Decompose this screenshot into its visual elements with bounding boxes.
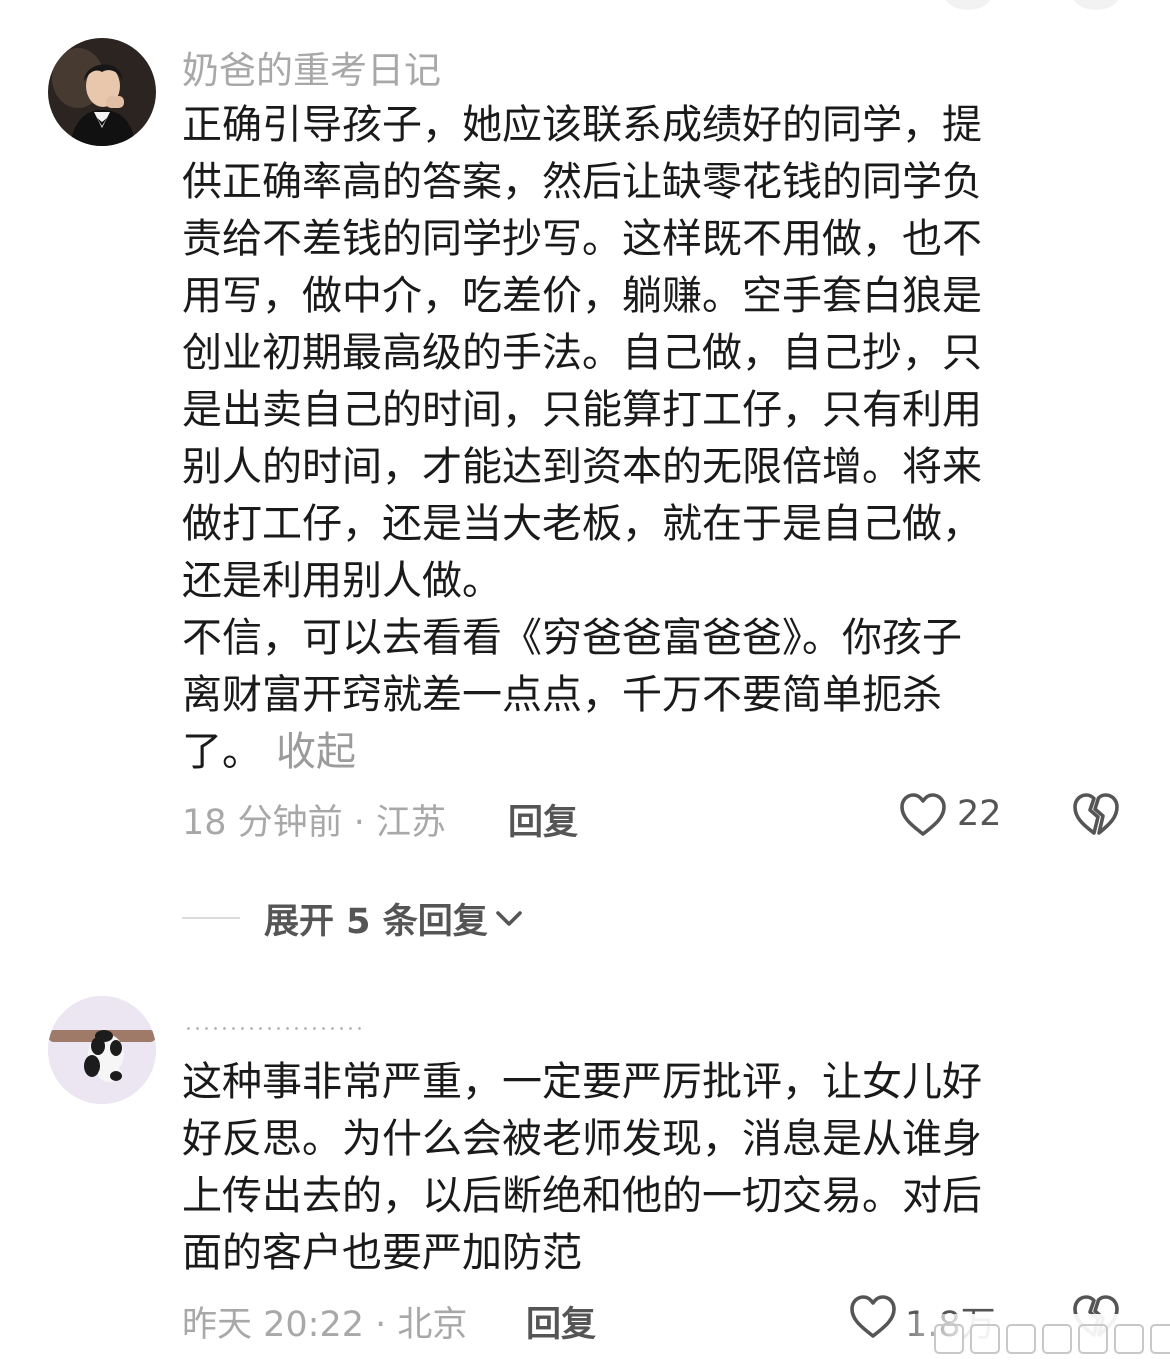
watermark-block bbox=[934, 1324, 964, 1354]
comment-timestamp-location: 昨天 20:22 · 北京 bbox=[182, 1305, 468, 1345]
comment-last-line: 了。 收起 bbox=[182, 724, 1087, 781]
avatar[interactable] bbox=[48, 38, 156, 146]
comment-line: 离财富开窍就差一点点，千万不要简单扼杀 bbox=[182, 672, 942, 718]
watermark-block bbox=[1078, 1324, 1108, 1354]
comment-body: 这种事非常严重，一定要严厉批评，让女儿好 好反思。为什么会被老师发现，消息是从谁… bbox=[182, 1054, 1087, 1282]
avatar[interactable] bbox=[48, 996, 156, 1104]
comment-line: 供正确率高的答案，然后让缺零花钱的同学负 bbox=[182, 159, 982, 205]
heart-outline-icon[interactable] bbox=[898, 791, 948, 839]
comment-line: 还是利用别人做。 bbox=[182, 558, 502, 604]
comment-line: 别人的时间，才能达到资本的无限倍增。将来 bbox=[182, 444, 982, 490]
broken-heart-icon[interactable] bbox=[1071, 791, 1121, 839]
watermark-block bbox=[1114, 1324, 1144, 1354]
comment-line: 责给不差钱的同学抄写。这样既不用做，也不 bbox=[182, 216, 982, 262]
comment-timestamp-location: 18 分钟前 · 江苏 bbox=[182, 803, 447, 843]
top-edge-button[interactable] bbox=[1072, 0, 1120, 10]
comment-line: 面的客户也要严加防范 bbox=[182, 1230, 582, 1276]
like-count: 22 bbox=[957, 794, 1002, 834]
watermark-block bbox=[1150, 1324, 1170, 1354]
avatar-panda bbox=[48, 996, 156, 1104]
comment-line: 创业初期最高级的手法。自己做，自己抄，只 bbox=[182, 330, 982, 376]
comment-line: 不信，可以去看看《穷爸爸富爸爸》。你孩子 bbox=[182, 615, 962, 661]
comment-username-placeholder bbox=[184, 1027, 364, 1030]
heart-outline-icon[interactable] bbox=[848, 1293, 898, 1341]
expand-divider bbox=[182, 917, 240, 919]
watermark-block bbox=[970, 1324, 1000, 1354]
comment-line: 是出卖自己的时间，只能算打工仔，只有利用 bbox=[182, 387, 982, 433]
comment-username[interactable]: 奶爸的重考日记 bbox=[182, 40, 441, 94]
reply-button[interactable]: 回复 bbox=[526, 1296, 596, 1347]
expand-replies-label: 展开 5 条回复 bbox=[264, 901, 488, 942]
comment-line: 这种事非常严重，一定要严厉批评，让女儿好 bbox=[182, 1059, 982, 1105]
comment-line: 上传出去的，以后断绝和他的一切交易。对后 bbox=[182, 1173, 982, 1219]
avatar-photo bbox=[48, 38, 156, 146]
top-edge-button[interactable] bbox=[944, 0, 992, 10]
chevron-down-icon bbox=[495, 911, 522, 926]
comment-line: 正确引导孩子，她应该联系成绩好的同学，提 bbox=[182, 102, 982, 148]
expand-replies-button[interactable]: 展开 5 条回复 bbox=[182, 890, 526, 946]
comment-body: 正确引导孩子，她应该联系成绩好的同学，提 供正确率高的答案，然后让缺零花钱的同学… bbox=[182, 97, 1087, 781]
comment-line: 做打工仔，还是当大老板，就在于是自己做， bbox=[182, 501, 982, 547]
watermark-blocks bbox=[934, 1324, 1170, 1354]
comment-line: 好反思。为什么会被老师发现，消息是从谁身 bbox=[182, 1116, 982, 1162]
reply-button[interactable]: 回复 bbox=[508, 794, 578, 845]
collapse-link[interactable]: 收起 bbox=[276, 729, 356, 775]
watermark-block bbox=[1042, 1324, 1072, 1354]
watermark-block bbox=[1006, 1324, 1036, 1354]
comment-line: 用写，做中介，吃差价，躺赚。空手套白狼是 bbox=[182, 273, 982, 319]
comment-line: 了。 bbox=[182, 729, 262, 775]
